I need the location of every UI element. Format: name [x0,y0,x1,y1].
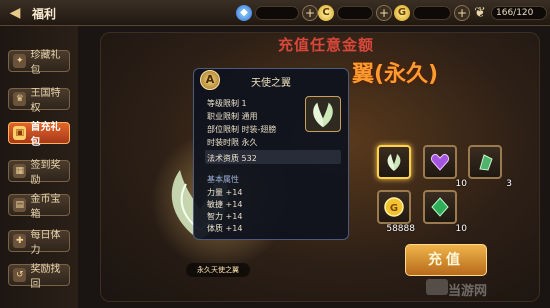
row-value: 时装-翅膀 [241,125,277,134]
gold-resource: G + [394,4,470,22]
row-label: 部位限制 [207,125,239,134]
sidebar: ✦ 珍藏礼包 ♛ 王国特权 ▣ 首充礼包 ▦ 签到奖励 ▤ 金币宝箱 ✚ 每日体… [0,26,78,308]
tooltip-stat-row: 体质 +14 [207,223,242,234]
heart-gem-icon [431,154,449,171]
back-arrow-icon[interactable]: ◀ [6,4,24,22]
recharge-button[interactable]: 充值 [405,244,487,276]
tooltip-row: 职业限制 通用 [207,111,258,122]
sidebar-item-label: 奖励找回 [30,264,61,290]
sidebar-item-reward-recovery[interactable]: ↺ 奖励找回 [8,264,70,290]
row-label: 时装时限 [207,138,239,147]
stat-value: +14 [225,212,243,221]
stat-label: 力量 [207,188,223,197]
sidebar-item-label: 珍藏礼包 [30,50,61,76]
top-bar: ◀ 福利 ◆ + C + G + ❦ 166/120 [0,0,550,26]
gold-coin-icon: G [394,5,410,21]
gift-box-icon: ▣ [13,126,27,140]
headline-main: 翼(永久) [352,62,439,87]
crest-bar [337,6,373,20]
sidebar-item-gold-chest[interactable]: ▤ 金币宝箱 [8,194,70,220]
stamina-bar: 166/120 [491,6,547,20]
reward-emerald[interactable]: 10 [423,190,467,234]
watermark-text: 当游网 [448,284,488,299]
stat-value: +14 [225,200,243,209]
tooltip-item-icon [305,96,341,132]
reward-green-crystal[interactable]: 3 [468,145,512,189]
sidebar-item-label: 首充礼包 [30,122,61,148]
stamina-value: 166/120 [496,8,534,18]
sidebar-item-collection-pack[interactable]: ✦ 珍藏礼包 [8,50,70,76]
tooltip-section-title: 基本属性 [207,175,239,184]
stat-label: 敏捷 [207,200,223,209]
tooltip-stat-row: 智力 +14 [207,211,242,222]
sidebar-item-label: 王国特权 [30,88,61,114]
tooltip-row: 法术资质 532 [207,153,257,164]
stamina-resource: ❦ 166/120 [472,4,547,22]
recovery-icon: ↺ [13,268,27,282]
wing-name-label: 永久天使之翼 [186,263,250,277]
stat-label: 体质 [207,224,223,233]
stat-value: +14 [225,224,243,233]
gold-bar [413,6,451,20]
diamond-bar [255,6,299,20]
tooltip-row: 时装时限 永久 [207,137,258,148]
diamond-resource: ◆ + [236,4,318,22]
add-gold-button[interactable]: + [454,5,470,21]
row-value: 1 [241,99,247,108]
crest-resource: C + [318,4,392,22]
sidebar-item-first-recharge[interactable]: ▣ 首充礼包 [8,122,70,148]
stat-label: 智力 [207,212,223,221]
gold-coin-icon: G [384,197,404,217]
row-value: 通用 [241,112,258,121]
page-title: 福利 [32,7,57,21]
tooltip-row: 部位限制 时装-翅膀 [207,124,276,135]
reward-count: 10 [455,224,467,234]
tooltip-title: 天使之翼 [251,78,291,89]
add-crest-button[interactable]: + [376,5,392,21]
reward-count: 10 [455,179,467,189]
sidebar-item-daily-stamina[interactable]: ✚ 每日体力 [8,230,70,256]
wing-icon [313,102,333,128]
chest-icon: ▤ [13,198,27,212]
stamina-icon: ✚ [13,234,27,248]
green-crystal-icon [479,154,493,171]
wing-stamina-icon: ❦ [474,5,486,21]
reward-count: 3 [506,179,512,189]
crescent-icon: C [318,5,334,21]
row-label: 职业限制 [207,112,239,121]
row-label: 等级限制 [207,99,239,108]
wing-icon [387,154,401,171]
calendar-icon: ▦ [13,164,27,178]
row-value: 永久 [241,138,258,147]
add-diamond-button[interactable]: + [302,5,318,21]
svg-text:G: G [390,203,398,214]
watermark-logo [426,279,448,295]
reward-count: 58888 [386,224,415,234]
sidebar-item-sign-in[interactable]: ▦ 签到奖励 [8,160,70,186]
sidebar-item-label: 每日体力 [30,230,61,256]
tooltip-stat-row: 力量 +14 [207,187,242,198]
sidebar-item-kingdom-privilege[interactable]: ♛ 王国特权 [8,88,70,114]
headline-top: 充值任意金额 [278,36,375,54]
reward-gold-coin[interactable]: G 58888 [377,190,415,234]
stat-value: +14 [225,188,243,197]
reward-heart-gem[interactable]: 10 [423,145,467,189]
crown-icon: ♛ [13,92,27,106]
reward-wing[interactable] [377,145,411,179]
tooltip-stat-row: 敏捷 +14 [207,199,242,210]
emerald-icon [431,197,449,217]
gift-icon: ✦ [13,54,27,68]
sidebar-item-label: 金币宝箱 [30,194,61,220]
row-value: 532 [241,154,257,163]
tooltip-row: 等级限制 1 [207,98,247,109]
row-label: 法术资质 [207,154,239,163]
diamond-icon: ◆ [236,5,252,21]
sidebar-item-label: 签到奖励 [30,160,61,186]
